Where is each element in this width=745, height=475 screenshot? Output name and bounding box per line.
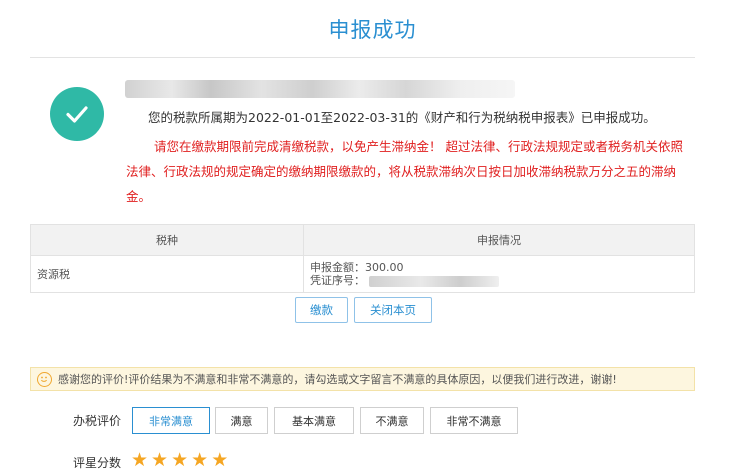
cell-declaration-status: 申报金额：300.00 凭证序号： <box>303 255 695 293</box>
rating-dissatisfied-button[interactable]: 不满意 <box>360 407 424 434</box>
rating-very-satisfied-button[interactable]: 非常满意 <box>132 407 210 434</box>
star-icon[interactable]: ★ <box>191 450 208 470</box>
page-title: 申报成功 <box>328 18 417 42</box>
title-divider <box>30 57 695 58</box>
star-icon[interactable]: ★ <box>171 450 188 470</box>
smile-icon <box>37 371 52 387</box>
header-tax-type: 税种 <box>30 224 304 256</box>
cell-tax-type: 资源税 <box>30 255 304 293</box>
rating-satisfied-button[interactable]: 满意 <box>215 407 268 434</box>
star-icon[interactable]: ★ <box>151 450 168 470</box>
amount-line: 申报金额：300.00 <box>310 261 693 274</box>
redacted-voucher-number <box>369 275 499 287</box>
rating-very-dissatisfied-button[interactable]: 非常不满意 <box>430 407 518 434</box>
late-fee-warning: 请您在缴款期限前完成清缴税款，以免产生滞纳金！ 超过法律、行政法规规定或者税务机… <box>126 139 683 204</box>
evaluation-notice: 感谢您的评价!评价结果为不满意和非常不满意的，请勾选或文字留言不满意的具体原因，… <box>30 367 695 391</box>
notice-text: 感谢您的评价!评价结果为不满意和非常不满意的，请勾选或文字留言不满意的具体原因，… <box>58 373 617 386</box>
score-label: 评星分数 <box>73 456 122 470</box>
amount-value: 300.00 <box>365 261 404 274</box>
rating-label: 办税评价 <box>73 414 122 428</box>
success-message: 您的税款所属期为2022-01-01至2022-03-31的《财产和行为税纳税申… <box>148 110 656 125</box>
star-rating[interactable]: ★ ★ ★ ★ ★ <box>131 450 231 470</box>
redacted-taxpayer-info <box>125 80 515 98</box>
voucher-label: 凭证序号： <box>310 274 365 287</box>
amount-label: 申报金额： <box>310 261 365 274</box>
success-check-icon <box>50 87 104 141</box>
voucher-line: 凭证序号： <box>310 274 693 287</box>
table-header-row: 税种 申报情况 <box>30 224 695 256</box>
table-row: 资源税 申报金额：300.00 凭证序号： <box>30 255 695 293</box>
close-page-button[interactable]: 关闭本页 <box>354 297 432 323</box>
header-declaration-status: 申报情况 <box>303 224 695 256</box>
star-icon[interactable]: ★ <box>211 450 228 470</box>
pay-button[interactable]: 缴款 <box>295 297 348 323</box>
star-icon[interactable]: ★ <box>131 450 148 470</box>
rating-basically-satisfied-button[interactable]: 基本满意 <box>274 407 354 434</box>
declaration-table: 税种 申报情况 资源税 申报金额：300.00 凭证序号： <box>30 224 695 293</box>
